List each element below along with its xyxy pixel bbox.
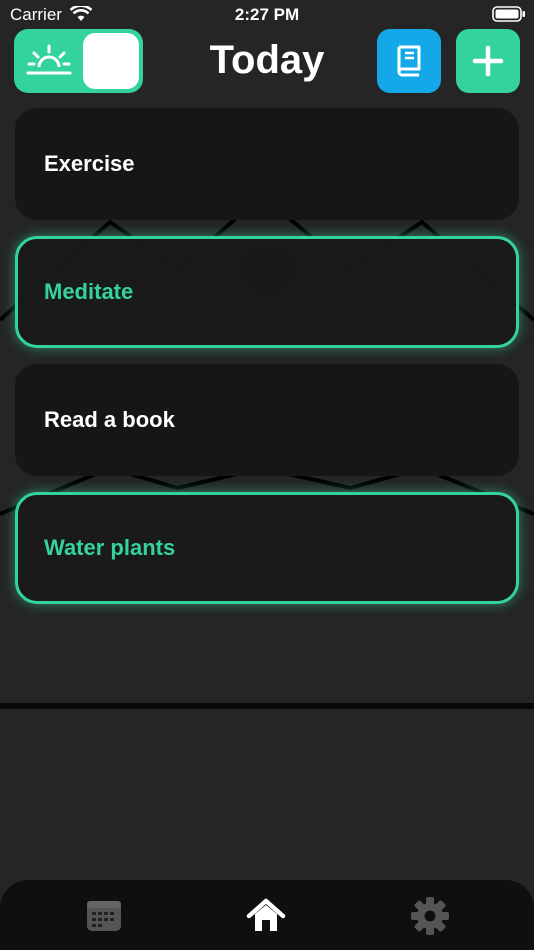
tab-calendar[interactable] — [84, 896, 124, 936]
tab-settings[interactable] — [410, 896, 450, 936]
tab-bar — [0, 880, 534, 950]
journal-button[interactable] — [377, 29, 441, 93]
toggle-knob — [83, 33, 139, 89]
habit-label: Read a book — [44, 407, 175, 432]
status-bar: Carrier 2:27 PM — [0, 0, 534, 30]
habit-item-completed[interactable]: Water plants — [15, 492, 519, 604]
add-habit-button[interactable] — [456, 29, 520, 93]
plus-icon — [472, 45, 504, 77]
habit-item-completed[interactable]: Meditate — [15, 236, 519, 348]
tab-home[interactable] — [246, 896, 286, 936]
gear-icon — [411, 897, 449, 935]
habit-list: Exercise Meditate Read a book Water plan… — [15, 108, 519, 620]
header: Today — [0, 28, 534, 94]
day-mode-toggle[interactable] — [14, 29, 143, 93]
battery-icon — [492, 6, 525, 22]
habit-label: Exercise — [44, 151, 135, 176]
book-icon — [397, 45, 421, 77]
page-title: Today — [209, 38, 325, 82]
habit-item[interactable]: Read a book — [15, 364, 519, 476]
divider — [0, 703, 534, 709]
calendar-icon — [87, 901, 121, 931]
home-icon — [246, 898, 286, 931]
habit-item[interactable]: Exercise — [15, 108, 519, 220]
sunrise-icon — [26, 44, 72, 75]
status-time: 2:27 PM — [234, 5, 300, 24]
habit-label: Water plants — [44, 535, 176, 560]
habit-label: Meditate — [44, 279, 134, 304]
